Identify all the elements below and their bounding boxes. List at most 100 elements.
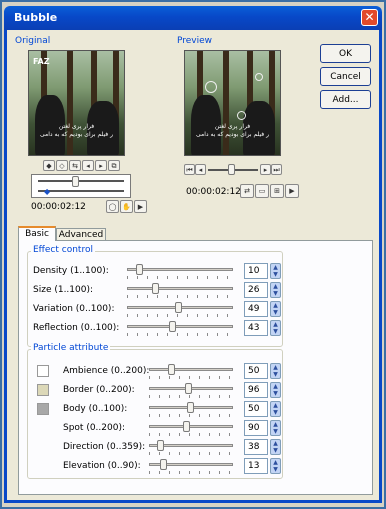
original-video: FAZ فرار پری لغتن ر فیلم برای بودیم که ب… [28,50,125,156]
spinner-arrows-icon[interactable]: ▲ ▼ [270,458,281,474]
effect-control-slider-thumb[interactable] [175,302,182,313]
cancel-button[interactable]: Cancel [320,67,371,86]
keyframe-marker-icon[interactable]: ◆ [44,187,50,196]
basic-tab-pane: Effect control Density (1..100): 10 ▲ ▼ Size… [18,240,373,495]
reverse-keyframe-icon[interactable]: ⇆ [69,160,81,171]
original-timeline[interactable]: ◆ [31,174,131,198]
effect-control-slider-ticks [127,295,233,298]
export-icon[interactable]: ⊞ [270,184,284,198]
move-right-icon[interactable]: ▸ [95,160,107,171]
particle-attribute-label: Ambience (0..200): [63,366,150,376]
particle-attribute-label: Body (0..100): [63,404,128,414]
play-preview-icon[interactable]: ▶ [285,184,299,198]
tab-basic[interactable]: Basic [18,226,56,241]
particle-attribute-slider-ticks [149,452,233,455]
preview-video: فرار پری لغتن ر فیلم برای بودیم که به دا… [184,50,281,156]
spinner-arrows-icon[interactable]: ▲ ▼ [270,282,281,298]
remove-keyframe-icon[interactable]: ◇ [56,160,68,171]
particle-attribute-slider-ticks [149,395,233,398]
effect-control-label: Size (1..100): [33,285,94,295]
title-bar[interactable]: Bubble ✕ [4,6,382,30]
spinner-arrows-icon[interactable]: ▲ ▼ [270,439,281,455]
keyframe-toolbar: ◆ ◇ ⇆ ◂ ▸ ⧉ [43,160,123,172]
effect-control-value-field[interactable]: 43 [244,320,268,336]
spinner-arrows-icon[interactable]: ▲ ▼ [270,263,281,279]
particle-attribute-row: Border (0..200): 96 ▲ ▼ [19,382,359,400]
particle-attribute-value-field[interactable]: 90 [244,420,268,436]
play-original-icon[interactable]: ▶ [134,200,147,213]
particle-attribute-slider-ticks [149,433,233,436]
original-label: Original [15,36,51,46]
preview-timecode: 00:00:02:12 [186,187,241,197]
monitor-icon[interactable]: ▭ [255,184,269,198]
spinner-arrows-icon[interactable]: ▲ ▼ [270,420,281,436]
particle-attribute-row: Direction (0..359): 38 ▲ ▼ [19,439,359,457]
effect-control-slider-track[interactable] [127,287,233,290]
step-forward-icon[interactable]: ▸ [260,164,271,175]
spinner-arrows-icon[interactable]: ▲ ▼ [270,320,281,336]
effect-control-slider-thumb[interactable] [152,283,159,294]
spinner-arrows-icon[interactable]: ▲ ▼ [270,382,281,398]
preview-scrubber[interactable] [228,164,235,175]
go-end-icon[interactable]: ⏭ [271,164,282,175]
color-swatch[interactable] [37,365,49,377]
particle-attribute-row: Elevation (0..90): 13 ▲ ▼ [19,458,359,476]
particle-attribute-value-field[interactable]: 50 [244,401,268,417]
video-logo: FAZ [33,57,50,66]
effect-control-slider-ticks [127,276,233,279]
particle-attribute-value-field[interactable]: 13 [244,458,268,474]
effect-control-row: Variation (0..100): 49 ▲ ▼ [19,301,359,319]
hand-icon[interactable]: ✋ [120,200,133,213]
add-button[interactable]: Add... [320,90,371,109]
effect-control-slider-thumb[interactable] [169,321,176,332]
particle-attribute-slider-ticks [149,414,233,417]
particle-attribute-value-field[interactable]: 50 [244,363,268,379]
spinner-arrows-icon[interactable]: ▲ ▼ [270,363,281,379]
copy-keyframe-icon[interactable]: ⧉ [108,160,120,171]
particle-attribute-slider-thumb[interactable] [185,383,192,394]
preview-slider[interactable]: ⏮ ◂ ▸ ⏭ [184,164,282,176]
color-swatch[interactable] [37,403,49,415]
original-timecode: 00:00:02:12 [31,202,86,212]
swap-icon[interactable]: ⇄ [240,184,254,198]
effect-control-slider-ticks [127,333,233,336]
particle-attribute-slider-thumb[interactable] [187,402,194,413]
particle-attribute-slider-thumb[interactable] [157,440,164,451]
particle-attribute-value-field[interactable]: 96 [244,382,268,398]
step-back-icon[interactable]: ◂ [195,164,206,175]
particle-attribute-label: Direction (0..359): [63,442,146,452]
spinner-arrows-icon[interactable]: ▲ ▼ [270,401,281,417]
effect-control-slider-thumb[interactable] [136,264,143,275]
loop-icon[interactable]: ◯ [106,200,119,213]
particle-attribute-slider-thumb[interactable] [168,364,175,375]
effect-control-value-field[interactable]: 26 [244,282,268,298]
particle-attribute-value-field[interactable]: 38 [244,439,268,455]
spinner-arrows-icon[interactable]: ▲ ▼ [270,301,281,317]
move-left-icon[interactable]: ◂ [82,160,94,171]
particle-attribute-slider-track[interactable] [149,425,233,428]
effect-control-row: Density (1..100): 10 ▲ ▼ [19,263,359,281]
particle-attribute-label: Elevation (0..90): [63,461,141,471]
particle-attribute-row: Spot (0..200): 90 ▲ ▼ [19,420,359,438]
effect-control-row: Reflection (0..100): 43 ▲ ▼ [19,320,359,338]
add-keyframe-icon[interactable]: ◆ [43,160,55,171]
preview-caption-1: فرار پری لغتن [214,123,251,130]
effect-control-slider-track[interactable] [127,325,233,328]
effect-control-value-field[interactable]: 10 [244,263,268,279]
ok-button[interactable]: OK [320,44,371,63]
particle-attribute-slider-thumb[interactable] [183,421,190,432]
timeline-scrubber[interactable] [72,176,79,187]
effect-control-row: Size (1..100): 26 ▲ ▼ [19,282,359,300]
particle-attribute-row: Ambience (0..200): 50 ▲ ▼ [19,363,359,381]
particle-attribute-slider-ticks [149,376,233,379]
effect-control-label: Effect control [31,245,95,255]
particle-attribute-slider-track[interactable] [149,368,233,371]
particle-attribute-row: Body (0..100): 50 ▲ ▼ [19,401,359,419]
particle-attribute-slider-thumb[interactable] [160,459,167,470]
close-button[interactable]: ✕ [361,9,378,26]
go-start-icon[interactable]: ⏮ [184,164,195,175]
color-swatch[interactable] [37,384,49,396]
dialog-client: Original FAZ فرار پری لغتن ر فیلم برای ب… [4,30,382,503]
effect-control-value-field[interactable]: 49 [244,301,268,317]
effect-control-label: Reflection (0..100): [33,323,120,333]
